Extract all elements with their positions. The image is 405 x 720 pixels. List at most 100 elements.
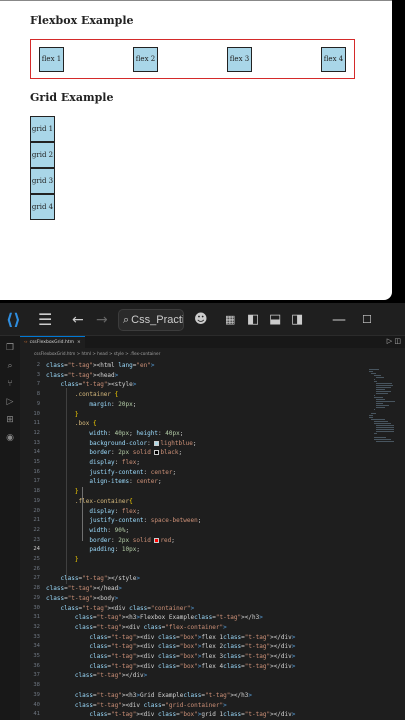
line-number: 20 bbox=[33, 507, 40, 514]
back-arrow-icon[interactable]: ← bbox=[72, 303, 84, 336]
code-line[interactable]: 22 width: 90%; bbox=[20, 526, 365, 535]
line-number: 35 bbox=[33, 653, 40, 659]
maximize-icon[interactable]: ☐ bbox=[362, 303, 372, 336]
code-text: class="t-tag"><h3>Flexbox Exampleclass="… bbox=[74, 614, 263, 622]
line-number: 23 bbox=[33, 536, 40, 543]
grid-box: grid 2 bbox=[30, 142, 55, 168]
panel-left-icon[interactable]: ◧ bbox=[247, 303, 259, 336]
minimap-line bbox=[369, 369, 379, 370]
line-number: 37 bbox=[33, 672, 40, 679]
layout-icon[interactable]: ▦ bbox=[225, 303, 235, 336]
minimize-icon[interactable]: — bbox=[332, 303, 346, 336]
line-number: 41 bbox=[33, 711, 40, 718]
code-line[interactable]: 31 class="t-tag"><h3>Flexbox Exampleclas… bbox=[20, 613, 365, 622]
breadcrumb[interactable]: cssFlexboxGrid.htm > html > head > style… bbox=[20, 349, 160, 358]
minimap-line bbox=[376, 377, 384, 378]
code-line[interactable]: 40 class="t-tag"><div class="grid-contai… bbox=[20, 701, 365, 710]
grid-box: grid 3 bbox=[30, 168, 55, 194]
code-line[interactable]: 10 } bbox=[20, 410, 365, 419]
code-line[interactable]: 34 class="t-tag"><div class="box">flex 2… bbox=[20, 642, 365, 651]
source-control-icon[interactable]: ⑂ bbox=[4, 378, 16, 390]
code-line[interactable]: 12 width: 40px; height: 40px; bbox=[20, 429, 365, 438]
code-line[interactable]: 29 class="t-tag"><body> bbox=[20, 594, 365, 603]
editor-tab[interactable]: ‹› cssFlexboxGrid.htm × bbox=[20, 336, 85, 348]
code-line[interactable]: 39 class="t-tag"><h3>Grid Exampleclass="… bbox=[20, 691, 365, 700]
code-text: class="t-tag"><div class="container"> bbox=[60, 604, 195, 612]
line-number: 15 bbox=[33, 459, 40, 465]
code-text: border: 2px solid black; bbox=[89, 449, 183, 457]
panel-bottom-icon[interactable]: ⬓ bbox=[269, 303, 281, 336]
code-text: class="t-tag"><div class="flex-container… bbox=[74, 623, 227, 631]
menu-icon[interactable]: ☰ bbox=[38, 303, 52, 336]
code-text: class="t-tag"><div class="box">flex 2cla… bbox=[89, 643, 296, 651]
vscode-logo-icon: ⟨⟩ bbox=[6, 310, 21, 329]
code-line[interactable]: 11 .box { bbox=[20, 419, 365, 428]
search-icon[interactable]: ⌕ bbox=[4, 360, 16, 372]
code-line[interactable]: 7 class="t-tag"><style> bbox=[20, 380, 365, 389]
code-line[interactable]: 41 class="t-tag"><div class="box">grid 1… bbox=[20, 710, 365, 719]
code-line[interactable]: 28 class="t-tag"></head> bbox=[20, 584, 365, 593]
remote-icon[interactable]: ◉ bbox=[4, 432, 16, 444]
minimap-line bbox=[376, 427, 394, 428]
title-bar: ⟨⟩ ☰ ← → ⌕ Css_Practic ☻ ▦ ◧ ⬓ ◨ — ☐ bbox=[0, 303, 405, 336]
code-text: } bbox=[74, 488, 79, 496]
code-line[interactable]: 20 display: flex; bbox=[20, 507, 365, 516]
code-line[interactable]: 13 background-color: lightblue; bbox=[20, 439, 365, 448]
code-line[interactable]: 2 class="t-tag"><html lang="en"> bbox=[20, 361, 365, 370]
code-line[interactable]: 3 class="t-tag"><head> bbox=[20, 371, 365, 380]
code-line[interactable]: 15 display: flex; bbox=[20, 458, 365, 467]
line-number: 17 bbox=[33, 478, 40, 485]
explorer-icon[interactable]: ❐ bbox=[4, 342, 16, 354]
panel-right-icon[interactable]: ◨ bbox=[291, 303, 303, 336]
minimap-line bbox=[371, 419, 386, 420]
code-line[interactable]: 8 .container { bbox=[20, 390, 365, 399]
code-line[interactable]: 36 class="t-tag"><div class="box">flex 4… bbox=[20, 662, 365, 671]
code-line[interactable]: 21 justify-content: space-between; bbox=[20, 516, 365, 525]
code-text: justify-content: space-between; bbox=[89, 517, 202, 525]
code-line[interactable]: 32 class="t-tag"><div class="flex-contai… bbox=[20, 623, 365, 632]
code-line[interactable]: 24 padding: 10px; bbox=[20, 545, 365, 554]
code-line[interactable]: 26 bbox=[20, 565, 365, 574]
run-icon[interactable]: ▷ bbox=[387, 337, 392, 345]
code-text: class="t-tag"><head> bbox=[46, 371, 119, 379]
minimap-line bbox=[376, 407, 385, 408]
code-text: class="t-tag"></div> bbox=[74, 672, 148, 680]
command-center-search[interactable]: ⌕ Css_Practic bbox=[118, 309, 184, 331]
code-editor[interactable]: 2 class="t-tag"><html lang="en"> 3 class="t… bbox=[20, 361, 365, 720]
code-line[interactable]: 17 align-items: center; bbox=[20, 477, 365, 486]
forward-arrow-icon[interactable]: → bbox=[96, 303, 108, 336]
minimap-line bbox=[369, 417, 373, 418]
extensions-icon[interactable]: ⊞ bbox=[4, 414, 16, 426]
code-line[interactable]: 37 class="t-tag"></div> bbox=[20, 671, 365, 680]
code-line[interactable]: 18 } bbox=[20, 487, 365, 496]
code-line[interactable]: 23 border: 2px solid red; bbox=[20, 536, 365, 545]
close-icon[interactable]: × bbox=[77, 340, 81, 345]
line-number: 2 bbox=[36, 362, 40, 368]
code-line[interactable]: 30 class="t-tag"><div class="container"> bbox=[20, 604, 365, 613]
code-line[interactable]: 9 margin: 20px; bbox=[20, 400, 365, 409]
vscode-window: ⟨⟩ ☰ ← → ⌕ Css_Practic ☻ ▦ ◧ ⬓ ◨ — ☐ ❐ ⌕… bbox=[0, 303, 405, 720]
code-text: class="t-tag"></head> bbox=[46, 585, 122, 593]
code-text: width: 40px; height: 40px; bbox=[89, 429, 184, 437]
code-line[interactable]: 16 justify-content: center; bbox=[20, 468, 365, 477]
code-text: } bbox=[74, 556, 79, 563]
minimap[interactable] bbox=[365, 361, 405, 720]
code-line[interactable]: 27 class="t-tag"></style> bbox=[20, 574, 365, 583]
minimap-line bbox=[373, 423, 391, 424]
line-number: 26 bbox=[33, 565, 40, 572]
code-text: class="t-tag"><div class="box">grid 1cla… bbox=[89, 711, 296, 719]
code-line[interactable]: 38 bbox=[20, 681, 365, 690]
code-line[interactable]: 14 border: 2px solid black; bbox=[20, 448, 365, 457]
run-debug-icon[interactable]: ▷ bbox=[4, 396, 16, 408]
code-line[interactable]: 33 class="t-tag"><div class="box">flex 1… bbox=[20, 633, 365, 642]
line-number: 13 bbox=[33, 439, 40, 446]
split-editor-icon[interactable]: ◫ bbox=[394, 337, 401, 345]
line-number: 16 bbox=[33, 468, 40, 475]
code-line[interactable]: 19 .flex-container{ bbox=[20, 497, 365, 506]
line-number: 11 bbox=[33, 420, 40, 427]
line-number: 29 bbox=[33, 594, 40, 601]
minimap-line bbox=[369, 415, 374, 416]
copilot-icon[interactable]: ☻ bbox=[194, 303, 208, 336]
code-line[interactable]: 35 class="t-tag"><div class="box">flex 3… bbox=[20, 652, 365, 661]
code-line[interactable]: 25 } bbox=[20, 555, 365, 564]
